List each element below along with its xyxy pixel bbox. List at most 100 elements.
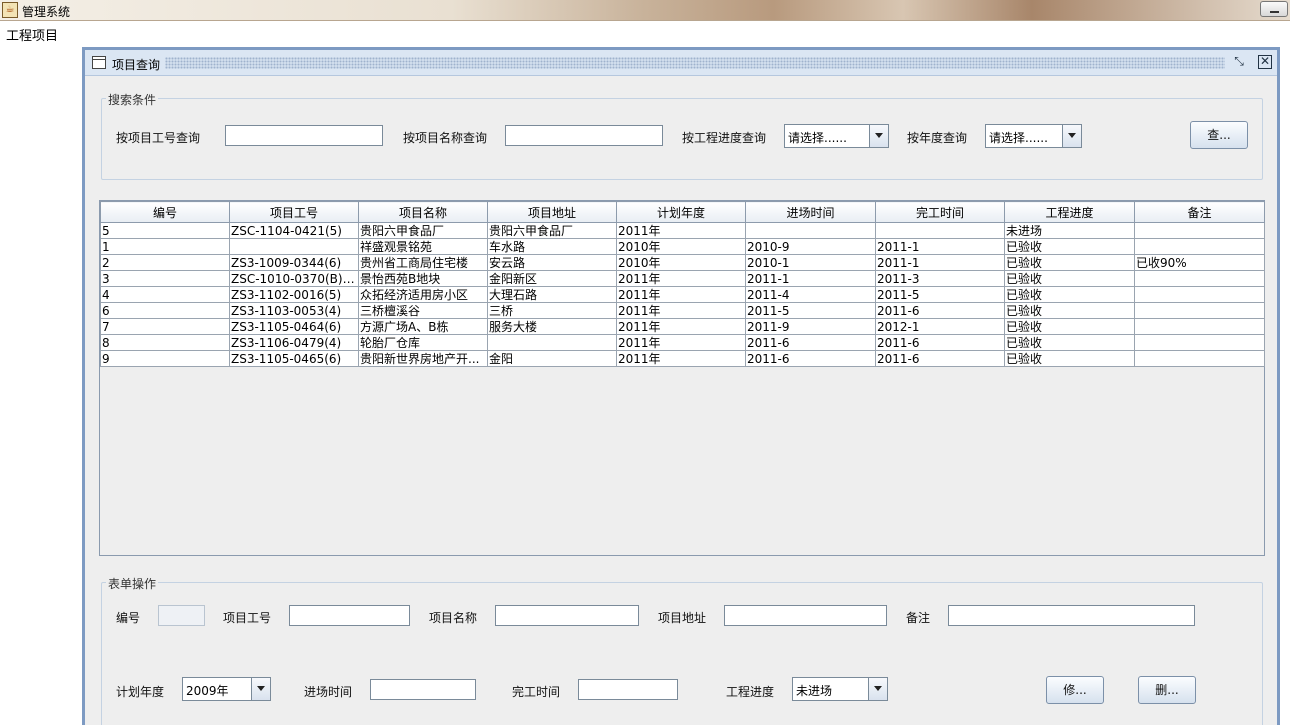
table-cell[interactable]: 已验收 — [1004, 286, 1135, 303]
table-cell[interactable]: 金阳新区 — [487, 270, 617, 287]
table-cell[interactable] — [1134, 318, 1265, 335]
close-icon[interactable]: ✕ — [1258, 55, 1272, 69]
table-cell[interactable]: 7 — [100, 318, 230, 335]
table-cell[interactable]: 已验收 — [1004, 334, 1135, 351]
table-cell[interactable]: ZS3-1103-0053(4) — [229, 302, 359, 319]
table-cell[interactable] — [875, 222, 1005, 239]
frame-title-bar[interactable]: 项目查询 ⤡ ✕ — [85, 50, 1277, 76]
table-cell[interactable]: 1 — [100, 238, 230, 255]
table-cell[interactable]: 2011-1 — [745, 270, 876, 287]
table-cell[interactable]: 已验收 — [1004, 270, 1135, 287]
table-cell[interactable]: 2011-5 — [875, 286, 1005, 303]
table-cell[interactable]: 安云路 — [487, 254, 617, 271]
column-header[interactable]: 计划年度 — [616, 201, 746, 223]
column-header[interactable]: 编号 — [100, 201, 230, 223]
table-cell[interactable]: 2011-1 — [875, 238, 1005, 255]
table-cell[interactable]: 3 — [100, 270, 230, 287]
column-header[interactable]: 进场时间 — [745, 201, 876, 223]
table-cell[interactable] — [229, 238, 359, 255]
table-cell[interactable]: 已验收 — [1004, 318, 1135, 335]
table-cell[interactable]: 2011年 — [616, 222, 746, 239]
table-cell[interactable]: 已验收 — [1004, 302, 1135, 319]
table-cell[interactable]: 2011年 — [616, 350, 746, 367]
restore-icon[interactable]: ⤡ — [1232, 55, 1246, 69]
table-cell[interactable]: 已收90% — [1134, 254, 1265, 271]
column-header[interactable]: 完工时间 — [875, 201, 1005, 223]
table-cell[interactable]: 2011-6 — [745, 350, 876, 367]
delete-button[interactable]: 删... — [1138, 676, 1196, 704]
table-cell[interactable] — [745, 222, 876, 239]
table-cell[interactable] — [1134, 302, 1265, 319]
name-search-input[interactable] — [505, 125, 663, 146]
table-cell[interactable]: ZSC-1104-0421(5) — [229, 222, 359, 239]
table-cell[interactable] — [1134, 222, 1265, 239]
table-cell[interactable]: 2011年 — [616, 270, 746, 287]
table-cell[interactable]: 2 — [100, 254, 230, 271]
table-cell[interactable]: 已验收 — [1004, 238, 1135, 255]
table-cell[interactable]: 2011-3 — [875, 270, 1005, 287]
column-header[interactable]: 项目地址 — [487, 201, 617, 223]
table-cell[interactable]: 已验收 — [1004, 254, 1135, 271]
table-row[interactable]: 4 ZS3-1102-0016(5) 众拓经济适用房小区 大理石路 2011年 2011-… — [100, 286, 1265, 303]
table-cell[interactable]: 2011-6 — [745, 334, 876, 351]
progress-search-select[interactable]: 请选择...... — [784, 124, 889, 148]
table-row[interactable]: 7 ZS3-1105-0464(6) 方源广场A、B栋 服务大楼 2011年 2011-9… — [100, 318, 1265, 335]
table-cell[interactable]: 9 — [100, 350, 230, 367]
table-cell[interactable]: 车水路 — [487, 238, 617, 255]
column-header[interactable]: 备注 — [1134, 201, 1265, 223]
table-cell[interactable]: 已验收 — [1004, 350, 1135, 367]
table-cell[interactable]: 金阳 — [487, 350, 617, 367]
table-cell[interactable]: 5 — [100, 222, 230, 239]
table-cell[interactable]: 2011-6 — [875, 350, 1005, 367]
project-table-scrollpane[interactable]: 编号 项目工号 项目名称 项目地址 计划年度 进场时间 完工时间 工程进度 备注 5 ZSC-11… — [99, 200, 1265, 556]
table-cell[interactable]: 众拓经济适用房小区 — [358, 286, 488, 303]
table-cell[interactable]: 4 — [100, 286, 230, 303]
table-cell[interactable]: 2011-6 — [875, 302, 1005, 319]
finish-time-field[interactable] — [578, 679, 678, 700]
table-cell[interactable]: 三桥檀溪谷 — [358, 302, 488, 319]
table-cell[interactable]: 2011年 — [616, 302, 746, 319]
address-field[interactable] — [724, 605, 887, 626]
table-cell[interactable]: ZS3-1105-0464(6) — [229, 318, 359, 335]
name-field[interactable] — [495, 605, 639, 626]
entry-time-field[interactable] — [370, 679, 476, 700]
table-cell[interactable]: ZS3-1102-0016(5) — [229, 286, 359, 303]
minimize-button[interactable] — [1260, 1, 1288, 17]
table-cell[interactable] — [1134, 286, 1265, 303]
table-row[interactable]: 3 ZSC-1010-0370(B)(5... 景怡西苑B地块 金阳新区 2011年 20… — [100, 270, 1265, 287]
table-cell[interactable]: 2011-4 — [745, 286, 876, 303]
table-cell[interactable]: 2010年 — [616, 254, 746, 271]
chevron-down-icon[interactable] — [1062, 125, 1081, 147]
table-cell[interactable]: 轮胎厂仓库 — [358, 334, 488, 351]
table-cell[interactable]: ZSC-1010-0370(B)(5... — [229, 270, 359, 287]
progress-select[interactable]: 未进场 — [792, 677, 888, 701]
table-row[interactable]: 9 ZS3-1105-0465(6) 贵阳新世界房地产开... 金阳 2011年 2011… — [100, 350, 1265, 367]
table-cell[interactable]: ZS3-1106-0479(4) — [229, 334, 359, 351]
table-cell[interactable]: 8 — [100, 334, 230, 351]
table-cell[interactable]: 2011-1 — [875, 254, 1005, 271]
table-cell[interactable] — [1134, 350, 1265, 367]
table-cell[interactable]: 2012-1 — [875, 318, 1005, 335]
table-row[interactable]: 1 祥盛观景铭苑 车水路 2010年 2010-9 2011-1 已验收 — [100, 238, 1265, 255]
table-row[interactable]: 6 ZS3-1103-0053(4) 三桥檀溪谷 三桥 2011年 2011-5 2011-… — [100, 302, 1265, 319]
table-cell[interactable]: 未进场 — [1004, 222, 1135, 239]
table-cell[interactable]: 大理石路 — [487, 286, 617, 303]
table-row[interactable]: 2 ZS3-1009-0344(6) 贵州省工商局住宅楼 安云路 2010年 2010-1… — [100, 254, 1265, 271]
table-cell[interactable] — [1134, 334, 1265, 351]
table-cell[interactable]: ZS3-1105-0465(6) — [229, 350, 359, 367]
modify-button[interactable]: 修... — [1046, 676, 1104, 704]
table-cell[interactable]: 2011-5 — [745, 302, 876, 319]
year-search-select[interactable]: 请选择...... — [985, 124, 1082, 148]
column-header[interactable]: 项目名称 — [358, 201, 488, 223]
year-select[interactable]: 2009年 — [182, 677, 271, 701]
table-cell[interactable]: 2011-6 — [875, 334, 1005, 351]
table-cell[interactable]: ZS3-1009-0344(6) — [229, 254, 359, 271]
table-cell[interactable]: 三桥 — [487, 302, 617, 319]
table-cell[interactable]: 祥盛观景铭苑 — [358, 238, 488, 255]
chevron-down-icon[interactable] — [868, 678, 887, 700]
table-cell[interactable]: 景怡西苑B地块 — [358, 270, 488, 287]
table-cell[interactable]: 贵阳六甲食品厂 — [487, 222, 617, 239]
table-cell[interactable]: 服务大楼 — [487, 318, 617, 335]
column-header[interactable]: 项目工号 — [229, 201, 359, 223]
table-cell[interactable]: 2011年 — [616, 318, 746, 335]
